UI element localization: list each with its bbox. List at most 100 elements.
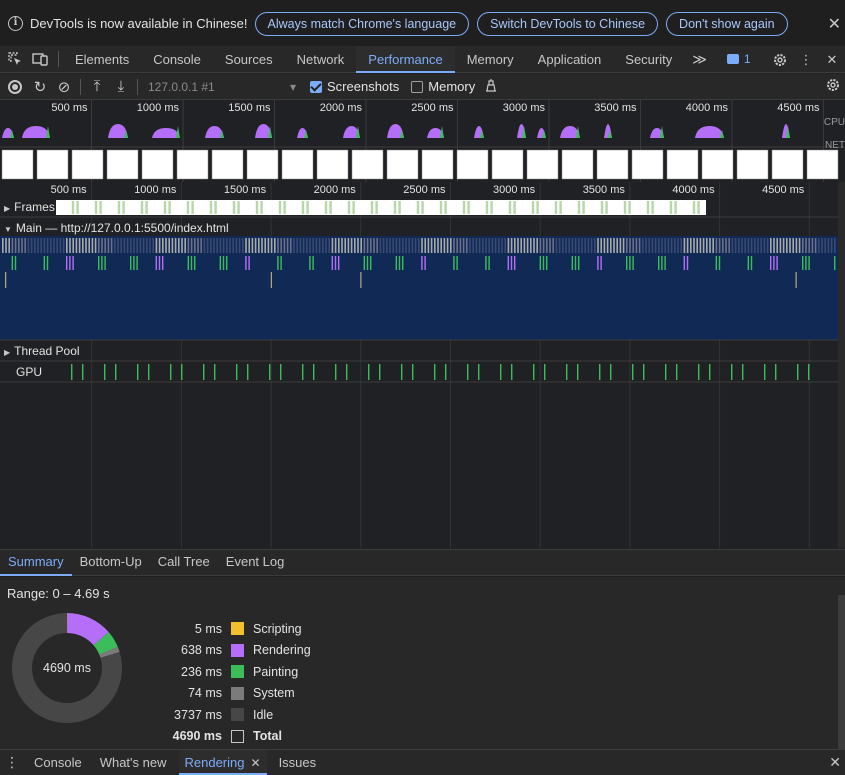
- frames-track-label: Frames: [14, 200, 55, 214]
- render-event: [366, 256, 369, 270]
- toolbar-divider: [58, 51, 59, 67]
- frame-bar: [605, 201, 608, 214]
- tab-summary[interactable]: Summary: [0, 549, 72, 576]
- frame-bar: [191, 201, 194, 214]
- gpu-event: [203, 364, 205, 380]
- task-bar: [498, 238, 500, 253]
- task-bar: [578, 238, 580, 253]
- kebab-menu-icon[interactable]: ⋮: [793, 47, 819, 73]
- garbage-collect-icon[interactable]: [479, 78, 503, 96]
- render-event: [453, 256, 455, 270]
- match-language-button[interactable]: Always match Chrome's language: [254, 11, 470, 36]
- render-event: [402, 256, 404, 270]
- render-event: [312, 256, 314, 270]
- tab-security[interactable]: Security: [613, 46, 684, 73]
- tab-bottom-up[interactable]: Bottom-Up: [72, 549, 150, 576]
- clear-icon[interactable]: ⊘: [52, 78, 76, 96]
- frame-bar: [554, 201, 558, 214]
- drawer-tab-console[interactable]: Console: [28, 750, 88, 775]
- task-bar: [405, 238, 407, 253]
- frame-bar: [260, 201, 263, 214]
- drawer-tab-whats-new[interactable]: What's new: [94, 750, 173, 775]
- drawer-tab-label: Issues: [278, 755, 317, 770]
- frame-bar: [490, 201, 493, 214]
- memory-checkbox[interactable]: [411, 80, 424, 93]
- switch-to-chinese-button[interactable]: Switch DevTools to Chinese: [477, 11, 659, 36]
- inspect-element-icon[interactable]: [2, 46, 28, 72]
- frames-track-header[interactable]: ▶ Frames: [4, 200, 55, 214]
- tab-performance[interactable]: Performance: [356, 45, 456, 73]
- render-event: [334, 256, 337, 270]
- task-bar: [507, 238, 510, 253]
- render-event: [629, 256, 631, 270]
- tab-network[interactable]: Network: [285, 46, 357, 73]
- close-infobar-icon[interactable]: ✕: [828, 14, 841, 34]
- load-profile-icon[interactable]: ⤒: [85, 78, 109, 95]
- profile-select[interactable]: 127.0.0.1 #1 ▾: [142, 80, 302, 94]
- task-bar: [789, 238, 791, 253]
- gpu-event: [467, 364, 469, 380]
- screenshot-thumbnail: [491, 149, 524, 180]
- tab-memory[interactable]: Memory: [455, 46, 526, 73]
- tab-console[interactable]: Console: [141, 46, 213, 73]
- devtools-tab-strip: Elements Console Sources Network Perform…: [0, 45, 845, 73]
- gpu-event: [236, 364, 238, 380]
- task-bar: [5, 238, 7, 253]
- close-devtools-icon[interactable]: ✕: [819, 47, 845, 73]
- task-bar: [440, 238, 442, 253]
- screenshot-thumbnail: [631, 149, 664, 180]
- tab-application[interactable]: Application: [526, 46, 614, 73]
- task-bar: [472, 238, 474, 253]
- flame-chart[interactable]: 500 ms 1000 ms 1500 ms 2000 ms 2500 ms 3000 m…: [0, 182, 845, 548]
- frame-bar: [508, 201, 512, 214]
- task-bar: [446, 238, 449, 253]
- summary-scrollbar[interactable]: [838, 595, 845, 749]
- task-bar: [178, 238, 180, 253]
- task-bar: [827, 238, 830, 253]
- reload-record-icon[interactable]: ↻: [28, 78, 52, 96]
- flame-chart-scrollbar[interactable]: [838, 182, 845, 548]
- task-bar: [251, 238, 254, 253]
- drawer-menu-icon[interactable]: ⋮: [0, 754, 24, 771]
- device-toolbar-icon[interactable]: [28, 46, 54, 72]
- render-event: [421, 256, 423, 270]
- flame-chart-canvas[interactable]: 500 ms 1000 ms 1500 ms 2000 ms 2500 ms 3000 m…: [0, 182, 838, 548]
- dont-show-again-button[interactable]: Don't show again: [666, 11, 788, 36]
- main-track-header[interactable]: ▼ Main — http://127.0.0.1:5500/index.html: [4, 221, 229, 235]
- task-bar: [805, 238, 807, 253]
- frame-bar: [94, 201, 98, 214]
- render-event: [808, 256, 810, 270]
- task-bar: [546, 238, 548, 253]
- save-profile-icon[interactable]: ⤓: [109, 78, 133, 95]
- frame-bar: [117, 201, 121, 214]
- task-bar: [770, 238, 772, 253]
- capture-settings-gear-icon[interactable]: [821, 77, 845, 97]
- close-tab-icon[interactable]: ✕: [251, 756, 261, 770]
- timeline-overview[interactable]: 500 ms 1000 ms 1500 ms 2000 ms 2500 ms 3000 m…: [0, 100, 845, 182]
- tab-event-log[interactable]: Event Log: [218, 549, 293, 576]
- settings-gear-icon[interactable]: [767, 47, 793, 73]
- issues-badge[interactable]: 1: [726, 52, 751, 66]
- gpu-event: [533, 364, 535, 380]
- tab-call-tree[interactable]: Call Tree: [150, 549, 218, 576]
- overview-chart[interactable]: 500 ms 1000 ms 1500 ms 2000 ms 2500 ms 3000 m…: [0, 100, 845, 182]
- frame-bar: [697, 201, 700, 214]
- drawer-tab-rendering[interactable]: Rendering ✕: [178, 750, 267, 775]
- task-bar: [485, 238, 487, 253]
- tab-sources[interactable]: Sources: [213, 46, 285, 73]
- frame-bar: [398, 201, 401, 214]
- close-drawer-icon[interactable]: ✕: [829, 754, 841, 771]
- task-bar: [200, 238, 202, 253]
- more-tabs-icon[interactable]: ≫: [684, 51, 715, 68]
- task-bar: [581, 238, 583, 253]
- task-bar: [187, 238, 190, 253]
- legend-row-total: 4690 ms Total: [160, 726, 311, 748]
- thread-pool-track-header[interactable]: ▶ Thread Pool: [4, 344, 80, 358]
- task-bar: [8, 238, 10, 253]
- drawer-tab-issues[interactable]: Issues: [273, 750, 323, 775]
- record-button[interactable]: [8, 79, 22, 94]
- task-bar: [34, 238, 36, 253]
- tab-elements[interactable]: Elements: [63, 46, 141, 73]
- screenshots-checkbox[interactable]: [310, 80, 322, 93]
- task-bar: [331, 238, 334, 253]
